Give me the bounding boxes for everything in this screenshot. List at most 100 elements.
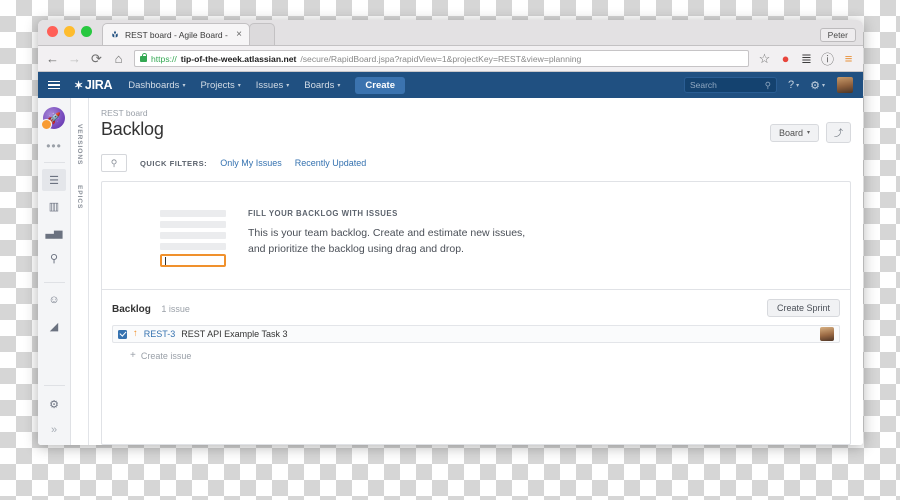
tab-title: REST board - Agile Board - [125,29,228,40]
help-menu[interactable]: ? ▾ [788,79,799,91]
app-body: 🚀 ••• ☰ ▥ ▃▅ ⚲ ☺ ◢ ⚙ » VERSIONS EPICS RE… [38,98,863,445]
backlog-section-header: Backlog 1 issue Create Sprint [112,299,840,317]
jira-mark-icon: ✶ [74,79,83,92]
versions-label[interactable]: VERSIONS [76,124,83,165]
empty-state-text: FILL YOUR BACKLOG WITH ISSUES This is yo… [248,208,525,258]
global-search-placeholder: Search [689,80,717,90]
board-menu-label: Board [778,127,803,138]
sidebar-item-announcement[interactable]: ◢ [42,315,66,337]
sidebar-divider [43,162,65,163]
chevron-down-icon: ▾ [237,82,241,89]
lock-icon [140,52,148,62]
text-caret [165,256,166,265]
address-bar[interactable]: https://tip-of-the-week.atlassian.net/se… [134,50,749,67]
help-icon: ? [787,79,795,91]
issue-checkbox[interactable] [118,329,127,339]
nav-item-projects[interactable]: Projects ▾ [200,80,240,91]
sidebar-item-add-people[interactable]: ☺ [42,289,66,311]
jira-logo[interactable]: ✶ JIRA [74,78,113,92]
reload-icon[interactable]: ⟳ [90,51,103,67]
nav-item-dashboards-label: Dashboards [128,79,180,91]
issue-summary: REST API Example Task 3 [181,329,288,339]
opera-icon[interactable]: ● [779,51,792,66]
vertical-panel-labels: VERSIONS EPICS [71,98,89,445]
create-issue-label: Create issue [140,350,192,361]
megaphone-icon: ◢ [49,320,59,333]
bookmark-star-icon[interactable]: ☆ [758,51,771,67]
chevron-down-icon: ▾ [821,82,825,89]
chrome-menu-icon[interactable]: ≡ [842,51,855,66]
profile-button[interactable]: Peter [819,28,856,42]
project-more-icon[interactable]: ••• [46,139,62,153]
settings-menu[interactable]: ⚙ ▾ [810,79,825,92]
layers-icon[interactable]: ≣ [800,51,813,67]
collapse-panel-button[interactable]: ⤴ [825,122,851,143]
sidebar-divider [43,282,65,283]
global-search-input[interactable]: Search ⚲ [683,77,777,93]
forward-icon[interactable]: → [68,51,81,66]
minimize-window-button[interactable] [64,25,75,37]
create-button[interactable]: Create [355,76,405,94]
inline-create-input[interactable] [160,254,226,267]
browser-tab-new[interactable] [249,23,275,45]
issue-key-link[interactable]: REST-3 [144,329,176,339]
app-switcher-icon[interactable] [48,80,60,90]
empty-state-heading: FILL YOUR BACKLOG WITH ISSUES [248,209,398,218]
url-scheme: https:// [151,53,177,64]
nav-item-issues-label: Issues [255,79,284,91]
placeholder-bar [160,221,226,228]
maximize-window-button[interactable] [81,25,92,37]
user-avatar[interactable] [837,77,853,93]
sidebar-item-search[interactable]: ⚲ [42,247,66,269]
toolbar-actions: ☆ ● ≣ ⓘ ≡ [758,49,855,68]
create-sprint-button[interactable]: Create Sprint [766,299,840,317]
empty-state-line-1: This is your team backlog. Create and es… [248,227,526,239]
sidebar-expand-button[interactable]: » [42,419,66,441]
backlog-icon: ☰ [49,174,59,187]
search-icon: ⚲ [764,79,771,90]
sidebar-item-settings[interactable]: ⚙ [42,393,66,415]
nav-item-boards[interactable]: Boards ▾ [304,80,340,91]
project-avatar[interactable]: 🚀 [41,107,65,130]
create-issue-link[interactable]: + Create issue [130,350,840,361]
collapse-icon: ⤴ [833,128,843,138]
sidebar-item-reports[interactable]: ▃▅ [42,221,66,243]
placeholder-illustration [160,208,226,267]
backlog-title: Backlog [112,304,151,315]
info-icon[interactable]: ⓘ [821,49,834,68]
filter-search-button[interactable]: ⚲ [101,154,127,172]
chart-icon: ▃▅ [45,226,63,239]
add-person-icon: ☺ [48,294,60,306]
sidebar-item-backlog[interactable]: ☰ [42,169,66,191]
window-controls[interactable] [47,20,92,45]
quick-filter-only-my-issues[interactable]: Only My Issues [220,158,282,168]
back-icon[interactable]: ← [46,51,59,66]
main-content: REST board Backlog Board ▾ ⤴ ⚲ QUICK FIL… [89,98,863,445]
quick-filters-bar: ⚲ QUICK FILTERS: Only My Issues Recently… [101,154,851,172]
nav-item-dashboards[interactable]: Dashboards ▾ [128,80,185,91]
browser-window: REST board - Agile Board - × Peter ← → ⟳… [38,20,863,445]
breadcrumb[interactable]: REST board [101,108,851,118]
table-row[interactable]: ↑ REST-3 REST API Example Task 3 [112,325,840,343]
tab-close-icon[interactable]: × [236,29,242,40]
backlog-section: Backlog 1 issue Create Sprint ↑ REST-3 R… [102,289,850,371]
sidebar-item-board[interactable]: ▥ [42,195,66,217]
quick-filter-recently-updated[interactable]: Recently Updated [295,158,367,168]
plus-icon: + [130,350,136,361]
quick-filters-label: QUICK FILTERS: [140,158,208,168]
chevron-down-icon: ▾ [286,82,290,89]
assignee-avatar[interactable] [820,327,834,341]
nav-item-boards-label: Boards [304,79,335,91]
jira-navbar: ✶ JIRA Dashboards ▾ Projects ▾ Issues ▾ B… [38,72,863,98]
page-header: Backlog Board ▾ ⤴ [101,119,851,143]
jira-favicon-icon [112,30,118,38]
browser-tab-active[interactable]: REST board - Agile Board - × [102,23,250,45]
nav-item-issues[interactable]: Issues ▾ [256,80,289,91]
board-menu-button[interactable]: Board ▾ [769,123,819,142]
close-window-button[interactable] [47,25,58,37]
home-icon[interactable]: ⌂ [112,51,125,66]
placeholder-bar [160,210,226,217]
epics-label[interactable]: EPICS [76,185,83,209]
gear-icon: ⚙ [49,398,59,411]
empty-state: FILL YOUR BACKLOG WITH ISSUES This is yo… [102,182,850,289]
